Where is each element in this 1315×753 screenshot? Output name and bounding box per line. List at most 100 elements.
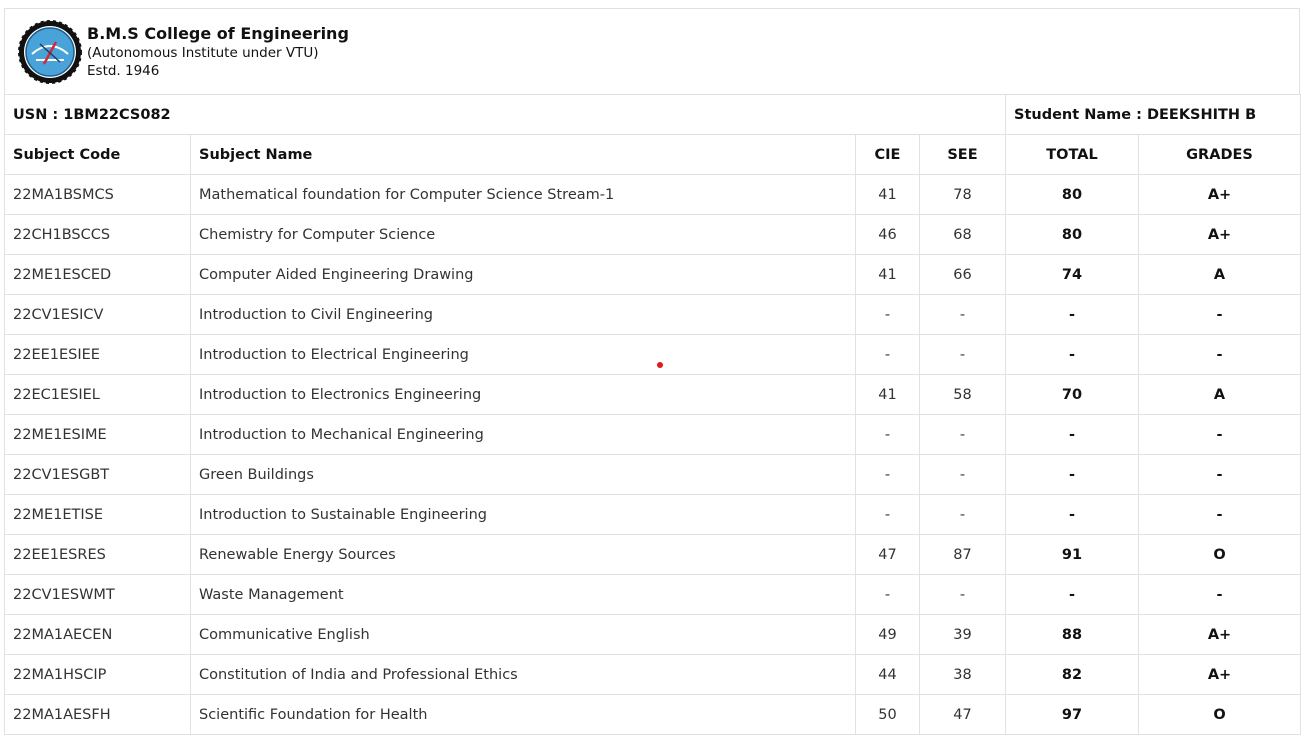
total-cell: - xyxy=(1005,294,1139,335)
see-cell: 66 xyxy=(919,254,1006,295)
total-cell: 80 xyxy=(1005,174,1139,215)
total-cell: 74 xyxy=(1005,254,1139,295)
subject-name-cell: Chemistry for Computer Science xyxy=(190,214,856,255)
grade-cell: - xyxy=(1138,454,1301,495)
subject-code-cell: 22CV1ESWMT xyxy=(4,574,191,615)
subject-code-cell: 22EC1ESIEL xyxy=(4,374,191,415)
total-cell: 97 xyxy=(1005,694,1139,735)
cie-cell: 47 xyxy=(855,534,920,575)
subject-code-cell: 22CV1ESICV xyxy=(4,294,191,335)
table-row: 22CV1ESWMT Waste Management - - - - xyxy=(4,574,1301,615)
total-cell: 88 xyxy=(1005,614,1139,655)
subject-name-cell: Renewable Energy Sources xyxy=(190,534,856,575)
table-row: 22EE1ESIEE Introduction to Electrical Eng… xyxy=(4,334,1301,375)
results-table: USN : 1BM22CS082 Student Name : DEEKSHIT… xyxy=(4,94,1301,735)
grade-cell: A+ xyxy=(1138,614,1301,655)
student-name-label: Student Name : DEEKSHITH B xyxy=(1005,94,1301,135)
header-grades: GRADES xyxy=(1138,134,1301,175)
table-row: 22ME1ETISE Introduction to Sustainable En… xyxy=(4,494,1301,535)
see-cell: - xyxy=(919,574,1006,615)
subject-code-cell: 22MA1HSCIP xyxy=(4,654,191,695)
header-see: SEE xyxy=(919,134,1006,175)
total-cell: - xyxy=(1005,334,1139,375)
cie-cell: 41 xyxy=(855,254,920,295)
total-cell: 80 xyxy=(1005,214,1139,255)
student-info-row: USN : 1BM22CS082 Student Name : DEEKSHIT… xyxy=(4,94,1301,135)
subject-name-cell: Introduction to Sustainable Engineering xyxy=(190,494,856,535)
college-established: Estd. 1946 xyxy=(87,63,160,79)
grade-cell: - xyxy=(1138,494,1301,535)
results-container: B.M.S College of Engineering (Autonomous… xyxy=(4,8,1301,735)
see-cell: 87 xyxy=(919,534,1006,575)
see-cell: - xyxy=(919,454,1006,495)
cie-cell: 44 xyxy=(855,654,920,695)
subject-code-cell: 22ME1ESCED xyxy=(4,254,191,295)
header-cie: CIE xyxy=(855,134,920,175)
see-cell: 47 xyxy=(919,694,1006,735)
header-subject-code: Subject Code xyxy=(4,134,191,175)
total-cell: 70 xyxy=(1005,374,1139,415)
see-cell: - xyxy=(919,294,1006,335)
cie-cell: - xyxy=(855,574,920,615)
table-row: 22MA1AESFH Scientific Foundation for Heal… xyxy=(4,694,1301,735)
header-subject-name: Subject Name xyxy=(190,134,856,175)
header-total: TOTAL xyxy=(1005,134,1139,175)
subject-code-cell: 22MA1AESFH xyxy=(4,694,191,735)
see-cell: 39 xyxy=(919,614,1006,655)
total-cell: - xyxy=(1005,574,1139,615)
grade-cell: A+ xyxy=(1138,174,1301,215)
subject-name-cell: Communicative English xyxy=(190,614,856,655)
total-cell: - xyxy=(1005,454,1139,495)
subject-name-cell: Constitution of India and Professional E… xyxy=(190,654,856,695)
cie-cell: - xyxy=(855,294,920,335)
cie-cell: 41 xyxy=(855,174,920,215)
subject-code-cell: 22EE1ESRES xyxy=(4,534,191,575)
table-row: 22MA1AECEN Communicative English 49 39 88 A+ xyxy=(4,614,1301,655)
grade-cell: - xyxy=(1138,294,1301,335)
college-seal-icon xyxy=(18,20,82,84)
college-info: B.M.S College of Engineering (Autonomous… xyxy=(87,24,349,80)
cie-cell: 46 xyxy=(855,214,920,255)
subject-name-cell: Computer Aided Engineering Drawing xyxy=(190,254,856,295)
cie-cell: - xyxy=(855,494,920,535)
table-row: 22MA1HSCIP Constitution of India and Prof… xyxy=(4,654,1301,695)
total-cell: 82 xyxy=(1005,654,1139,695)
see-cell: - xyxy=(919,414,1006,455)
see-cell: 68 xyxy=(919,214,1006,255)
subject-code-cell: 22CV1ESGBT xyxy=(4,454,191,495)
total-cell: - xyxy=(1005,494,1139,535)
see-cell: - xyxy=(919,494,1006,535)
subject-name-cell: Introduction to Civil Engineering xyxy=(190,294,856,335)
subject-code-cell: 22EE1ESIEE xyxy=(4,334,191,375)
cie-cell: - xyxy=(855,454,920,495)
subject-code-cell: 22ME1ETISE xyxy=(4,494,191,535)
college-name: B.M.S College of Engineering xyxy=(87,24,349,43)
table-header-row: Subject Code Subject Name CIE SEE TOTAL … xyxy=(4,134,1301,175)
cie-cell: 50 xyxy=(855,694,920,735)
grade-cell: A xyxy=(1138,254,1301,295)
total-cell: - xyxy=(1005,414,1139,455)
table-row: 22ME1ESCED Computer Aided Engineering Dra… xyxy=(4,254,1301,295)
usn-label: USN : 1BM22CS082 xyxy=(4,94,1006,135)
cie-cell: - xyxy=(855,334,920,375)
total-cell: 91 xyxy=(1005,534,1139,575)
see-cell: 78 xyxy=(919,174,1006,215)
subject-code-cell: 22MA1BSMCS xyxy=(4,174,191,215)
table-row: 22CH1BSCCS Chemistry for Computer Science… xyxy=(4,214,1301,255)
table-row: 22CV1ESICV Introduction to Civil Engineer… xyxy=(4,294,1301,335)
college-header: B.M.S College of Engineering (Autonomous… xyxy=(4,8,1300,94)
subject-name-cell: Waste Management xyxy=(190,574,856,615)
cie-cell: 41 xyxy=(855,374,920,415)
grade-cell: - xyxy=(1138,414,1301,455)
grade-cell: O xyxy=(1138,694,1301,735)
subject-name-cell: Green Buildings xyxy=(190,454,856,495)
cie-cell: - xyxy=(855,414,920,455)
see-cell: 38 xyxy=(919,654,1006,695)
table-row: 22EE1ESRES Renewable Energy Sources 47 87 91… xyxy=(4,534,1301,575)
see-cell: 58 xyxy=(919,374,1006,415)
grade-cell: - xyxy=(1138,574,1301,615)
grade-cell: O xyxy=(1138,534,1301,575)
subject-name-cell: Mathematical foundation for Computer Sci… xyxy=(190,174,856,215)
subject-code-cell: 22ME1ESIME xyxy=(4,414,191,455)
grade-cell: A+ xyxy=(1138,654,1301,695)
